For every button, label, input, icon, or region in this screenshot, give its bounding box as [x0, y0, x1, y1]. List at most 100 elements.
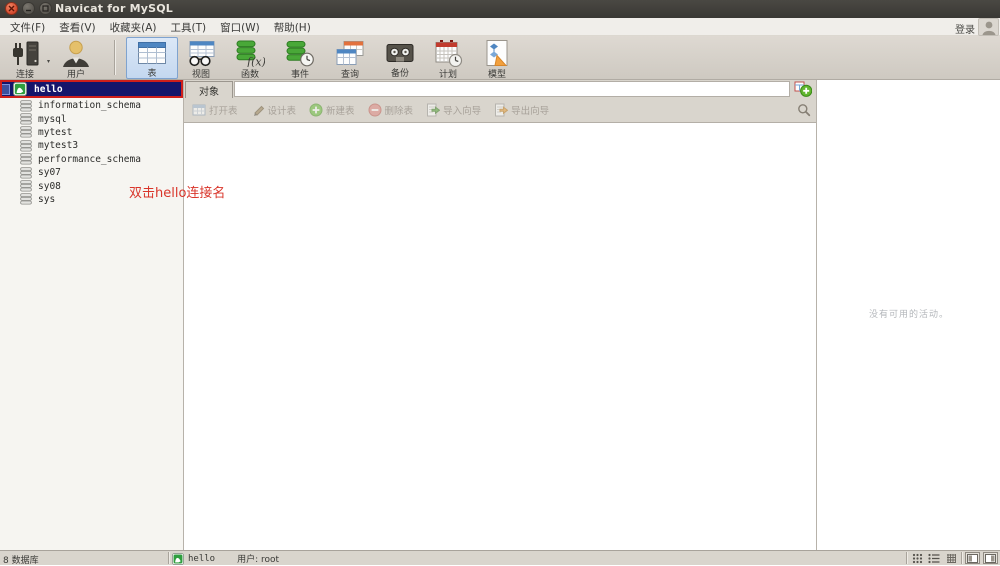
toolbar-user-button[interactable]: 用户	[53, 38, 99, 78]
query-icon	[335, 40, 365, 67]
view-list-button[interactable]	[927, 552, 941, 564]
new-table-plus-icon	[794, 81, 812, 97]
menu-view[interactable]: 查看(V)	[52, 18, 102, 35]
action-label: 导入向导	[443, 103, 481, 117]
import-wizard-button[interactable]: 导入向导	[426, 103, 481, 117]
database-item[interactable]: mysql	[0, 112, 183, 125]
menu-file[interactable]: 文件(F)	[3, 18, 52, 35]
toolbar-connection-button[interactable]: 连接	[2, 38, 48, 78]
tab-objects[interactable]: 对象	[185, 81, 233, 98]
export-wizard-icon	[494, 103, 508, 117]
database-icon	[20, 140, 32, 152]
toolbar-schedule-button[interactable]: 计划	[425, 38, 471, 78]
design-table-button[interactable]: 设计表	[251, 103, 297, 117]
svg-text:f(x): f(x)	[246, 56, 265, 68]
statusbar-separator	[961, 552, 962, 564]
titlebar: Navicat for MySQL	[0, 0, 1000, 18]
database-icon	[20, 167, 32, 179]
tab-strip-empty	[234, 81, 790, 97]
database-name: sy08	[38, 181, 61, 192]
maximize-icon	[42, 5, 49, 12]
database-name: mytest	[38, 127, 72, 138]
menu-window[interactable]: 窗口(W)	[213, 18, 267, 35]
view-large-icons-button[interactable]	[910, 552, 924, 564]
database-item[interactable]: information_schema	[0, 99, 183, 112]
database-name: sy07	[38, 167, 61, 178]
model-icon	[482, 40, 512, 67]
statusbar: 8 数据库 hello 用户: root	[0, 550, 1000, 565]
toolbar-label: 查询	[341, 67, 359, 80]
database-item[interactable]: performance_schema	[0, 153, 183, 166]
database-icon	[20, 193, 32, 205]
object-list-area[interactable]	[184, 123, 816, 550]
toolbar-label: 表	[147, 66, 156, 79]
new-table-button[interactable]: 新建表	[309, 103, 355, 117]
statusbar-separator	[168, 552, 169, 564]
design-table-icon	[251, 103, 265, 117]
detail-grid-icon	[946, 553, 957, 564]
window-controls	[5, 2, 52, 15]
database-name: performance_schema	[38, 154, 141, 165]
database-icon	[20, 153, 32, 165]
maximize-window-button[interactable]	[39, 2, 52, 15]
action-label: 删除表	[385, 103, 414, 117]
view-details-button[interactable]	[944, 552, 958, 564]
left-pane-icon	[967, 554, 978, 563]
toolbar-backup-button[interactable]: 备份	[377, 38, 423, 78]
database-item[interactable]: sy07	[0, 166, 183, 179]
database-item[interactable]: mytest3	[0, 139, 183, 152]
action-label: 导出向导	[511, 103, 549, 117]
search-button[interactable]	[797, 102, 811, 121]
right-pane-icon	[985, 554, 996, 563]
open-table-button[interactable]: 打开表	[192, 103, 238, 117]
menu-help[interactable]: 帮助(H)	[267, 18, 318, 35]
toolbar-model-button[interactable]: 模型	[474, 38, 520, 78]
toolbar-events-button[interactable]: 事件	[277, 38, 323, 78]
annotation-text: 双击hello连接名	[129, 182, 225, 201]
toolbar-label: 计划	[439, 67, 457, 80]
new-tab-button[interactable]	[792, 81, 814, 97]
list-icon	[928, 553, 940, 564]
table-actions-toolbar: 打开表 设计表 新建表 删除表	[184, 98, 816, 123]
toolbar-functions-button[interactable]: f(x) 函数	[227, 38, 273, 78]
menu-favorites[interactable]: 收藏夹(A)	[103, 18, 164, 35]
database-icon	[20, 126, 32, 138]
minimize-window-button[interactable]	[22, 2, 35, 15]
minimize-icon	[25, 5, 32, 12]
connection-icon	[10, 40, 40, 67]
connection-sidebar: hello information_schema mysql mytest my…	[0, 80, 184, 550]
table-icon	[137, 40, 167, 66]
function-icon: f(x)	[235, 40, 265, 67]
connection-dropdown-caret[interactable]: ▾	[47, 58, 50, 65]
database-name: information_schema	[38, 100, 141, 111]
toolbar-separator	[114, 40, 115, 75]
toolbar-views-button[interactable]: 视图	[178, 38, 224, 78]
navicat-connection-icon	[172, 553, 184, 565]
toggle-navigation-pane-button[interactable]	[965, 552, 980, 564]
user-avatar[interactable]	[978, 18, 999, 36]
close-window-button[interactable]	[5, 2, 18, 15]
database-name: mytest3	[38, 140, 78, 151]
toolbar-queries-button[interactable]: 查询	[327, 38, 373, 78]
toolbar-label: 事件	[291, 67, 309, 80]
toolbar-tables-button[interactable]: 表	[126, 37, 178, 79]
tab-bar: 对象	[184, 80, 816, 98]
login-link[interactable]: 登录	[955, 21, 975, 36]
grid-dots-icon	[912, 553, 923, 564]
body-area: hello information_schema mysql mytest my…	[0, 80, 1000, 550]
toolbar-label: 模型	[488, 67, 506, 80]
open-table-icon	[192, 103, 206, 117]
window-title: Navicat for MySQL	[55, 2, 173, 15]
close-icon	[8, 5, 15, 12]
toggle-information-pane-button[interactable]	[983, 552, 998, 564]
action-label: 打开表	[209, 103, 238, 117]
database-count-label: 8 数据库	[3, 553, 39, 566]
export-wizard-button[interactable]: 导出向导	[494, 103, 549, 117]
delete-table-button[interactable]: 删除表	[368, 103, 414, 117]
toolbar-label: 用户	[67, 67, 85, 80]
menu-tools[interactable]: 工具(T)	[164, 18, 214, 35]
user-icon	[60, 40, 92, 67]
database-item[interactable]: mytest	[0, 126, 183, 139]
search-icon	[797, 103, 811, 117]
activity-panel: 没有可用的活动。	[818, 80, 1000, 550]
